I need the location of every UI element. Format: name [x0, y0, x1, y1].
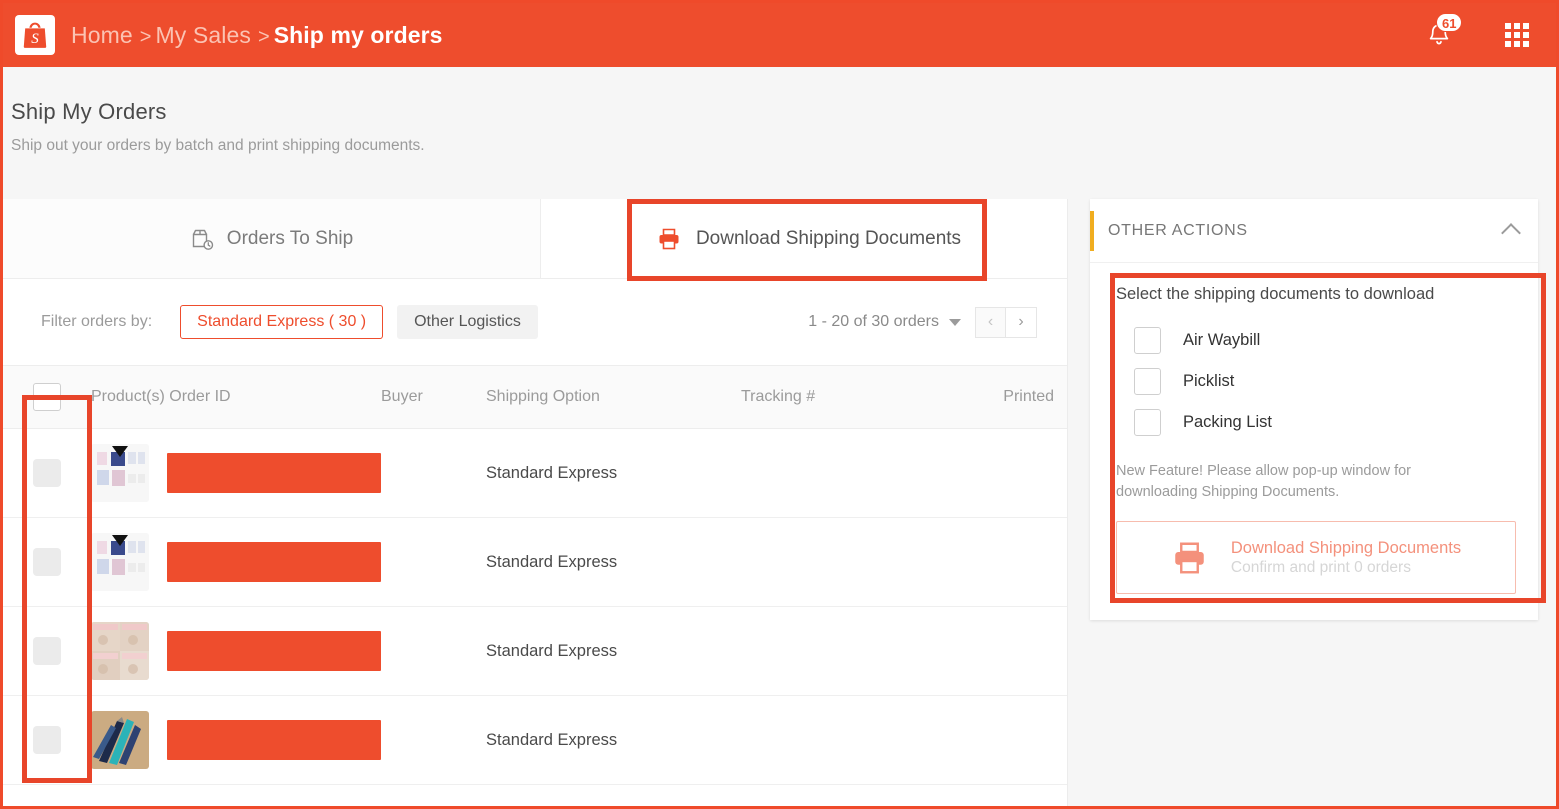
printer-icon [657, 227, 683, 251]
row-select-checkbox[interactable] [33, 459, 61, 487]
product-cell [91, 533, 381, 591]
shipping-option-cell: Standard Express [486, 642, 741, 661]
top-navigation-bar: S Home > My Sales > Ship my orders 61 [3, 3, 1556, 67]
table-row[interactable]: Standard Express [3, 607, 1067, 696]
product-cell [91, 444, 381, 502]
pagination-summary-text: 1 - 20 of 30 orders [808, 313, 939, 331]
apps-menu-button[interactable] [1500, 18, 1534, 52]
shipping-option-cell: Standard Express [486, 553, 741, 572]
topbar-icon-group: 61 [1422, 18, 1534, 52]
column-header-shipping-option: Shipping Option [486, 388, 741, 406]
product-thumbnail[interactable] [91, 622, 149, 680]
download-button-subtitle: Confirm and print 0 orders [1231, 558, 1461, 577]
select-all-checkbox[interactable] [33, 383, 61, 411]
other-actions-card: OTHER ACTIONS Select the shipping docume… [1090, 199, 1538, 620]
product-thumbnail[interactable] [91, 533, 149, 591]
download-shipping-documents-button[interactable]: Download Shipping Documents Confirm and … [1116, 521, 1516, 594]
table-row[interactable]: Standard Express [3, 429, 1067, 518]
filter-chip-other-logistics[interactable]: Other Logistics [397, 305, 538, 339]
column-header-product-order-id: Product(s) Order ID [91, 388, 381, 406]
shipping-option-cell: Standard Express [486, 731, 741, 750]
row-select-cell [3, 459, 91, 487]
filter-chip-standard-express[interactable]: Standard Express ( 30 ) [180, 305, 383, 339]
orders-table-header: Product(s) Order ID Buyer Shipping Optio… [3, 365, 1067, 429]
download-button-texts: Download Shipping Documents Confirm and … [1231, 538, 1461, 578]
pagination-buttons: ‹ › [975, 307, 1037, 338]
pagination-next-button[interactable]: › [1006, 307, 1037, 338]
shopee-logo[interactable]: S [15, 15, 55, 55]
picklist-label: Picklist [1183, 372, 1234, 391]
order-id-redacted [167, 453, 381, 493]
breadcrumb-my-sales[interactable]: My Sales [156, 22, 251, 49]
tab-download-shipping-documents-label: Download Shipping Documents [696, 228, 961, 250]
page-header: Ship My Orders Ship out your orders by b… [3, 67, 1556, 155]
select-all-cell [3, 383, 91, 411]
air-waybill-label: Air Waybill [1183, 331, 1260, 350]
option-air-waybill[interactable]: Air Waybill [1116, 320, 1516, 361]
svg-text:S: S [31, 31, 39, 47]
product-cell [91, 711, 381, 769]
tab-orders-to-ship[interactable]: Orders To Ship [3, 199, 541, 278]
page-subtitle: Ship out your orders by batch and print … [11, 137, 1556, 155]
tab-download-shipping-documents[interactable]: Download Shipping Documents [629, 199, 989, 278]
row-select-checkbox[interactable] [33, 548, 61, 576]
tab-orders-to-ship-label: Orders To Ship [227, 228, 353, 250]
picklist-checkbox[interactable] [1134, 368, 1161, 395]
breadcrumb-current-page: Ship my orders [274, 22, 443, 49]
grid-apps-icon [1505, 23, 1529, 47]
table-row[interactable]: Standard Express [3, 696, 1067, 785]
new-feature-note: New Feature! Please allow pop-up window … [1116, 461, 1486, 503]
orders-table: Product(s) Order ID Buyer Shipping Optio… [3, 365, 1067, 785]
row-select-cell [3, 726, 91, 754]
other-actions-title: OTHER ACTIONS [1108, 222, 1248, 240]
filter-row: Filter orders by: Standard Express ( 30 … [3, 279, 1067, 365]
orders-panel: Orders To Ship Download Shipping Documen… [3, 199, 1068, 806]
order-id-redacted [167, 631, 381, 671]
chevron-down-icon [949, 319, 961, 326]
shipping-option-cell: Standard Express [486, 464, 741, 483]
other-actions-body: Select the shipping documents to downloa… [1090, 263, 1538, 620]
product-cell [91, 622, 381, 680]
printer-icon [1171, 540, 1211, 576]
packing-list-checkbox[interactable] [1134, 409, 1161, 436]
main-content: Orders To Ship Download Shipping Documen… [3, 199, 1556, 806]
tab-bar: Orders To Ship Download Shipping Documen… [3, 199, 1067, 279]
select-documents-label: Select the shipping documents to downloa… [1116, 285, 1516, 304]
download-button-title: Download Shipping Documents [1231, 538, 1461, 559]
filter-label: Filter orders by: [41, 313, 152, 331]
option-packing-list[interactable]: Packing List [1116, 402, 1516, 443]
column-header-buyer: Buyer [381, 388, 486, 406]
order-id-redacted [167, 720, 381, 760]
pagination-prev-button[interactable]: ‹ [975, 307, 1006, 338]
package-clock-icon [190, 227, 214, 251]
air-waybill-checkbox[interactable] [1134, 327, 1161, 354]
row-select-cell [3, 548, 91, 576]
pagination: 1 - 20 of 30 orders ‹ › [808, 307, 1037, 338]
packing-list-label: Packing List [1183, 413, 1272, 432]
row-select-checkbox[interactable] [33, 726, 61, 754]
notification-count-badge: 61 [1436, 13, 1462, 32]
side-panel: OTHER ACTIONS Select the shipping docume… [1068, 199, 1556, 620]
breadcrumb: Home > My Sales > Ship my orders [71, 22, 443, 49]
page-title: Ship My Orders [11, 99, 1556, 125]
product-thumbnail[interactable] [91, 711, 149, 769]
other-actions-header: OTHER ACTIONS [1090, 199, 1538, 263]
table-row[interactable]: Standard Express [3, 518, 1067, 607]
breadcrumb-separator-2: > [258, 26, 270, 49]
breadcrumb-home[interactable]: Home [71, 22, 133, 49]
column-header-printed: Printed [956, 388, 1068, 406]
app-window: S Home > My Sales > Ship my orders 61 [0, 0, 1559, 809]
notifications-button[interactable]: 61 [1422, 18, 1456, 52]
order-id-redacted [167, 542, 381, 582]
row-select-checkbox[interactable] [33, 637, 61, 665]
option-picklist[interactable]: Picklist [1116, 361, 1516, 402]
breadcrumb-separator-1: > [140, 26, 152, 49]
row-select-cell [3, 637, 91, 665]
column-header-tracking: Tracking # [741, 388, 956, 406]
product-thumbnail[interactable] [91, 444, 149, 502]
pagination-summary-dropdown[interactable]: 1 - 20 of 30 orders [808, 313, 961, 331]
chevron-up-icon[interactable] [1501, 223, 1521, 243]
